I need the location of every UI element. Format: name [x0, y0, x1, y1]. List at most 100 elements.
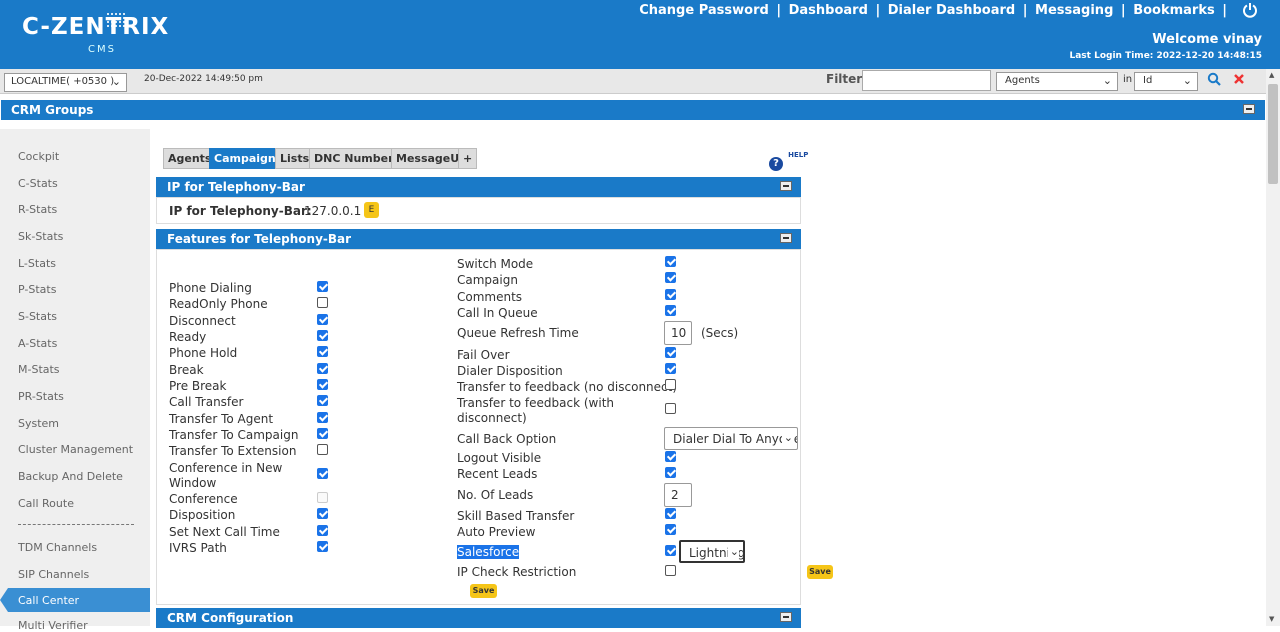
sidebar-item-call-route[interactable]: Call Route — [18, 497, 74, 510]
help-button[interactable]: ? HELP — [769, 151, 808, 171]
sidebar-item-s-stats[interactable]: S-Stats — [18, 310, 57, 323]
save-features-button[interactable]: Save — [470, 584, 497, 598]
transfer-feedback-with-disconnect-checkbox[interactable] — [665, 403, 676, 414]
ready-checkbox[interactable] — [317, 330, 328, 341]
chevron-down-icon: ⌄ — [1182, 74, 1192, 87]
logout-visible-checkbox[interactable] — [665, 451, 676, 462]
features-panel-title: Features for Telephony-Bar — [167, 232, 352, 246]
czentrix-logo[interactable]: C-ZENTRIX CMS — [22, 12, 169, 55]
set-next-call-time-checkbox[interactable] — [317, 525, 328, 536]
sidebar-item-m-stats[interactable]: M-Stats — [18, 363, 60, 376]
call-back-option-value: Dialer Dial To Anyone — [673, 432, 798, 446]
queue-refresh-time-input[interactable]: 10 — [664, 321, 692, 345]
close-icon[interactable] — [1233, 71, 1245, 89]
filter-field-select[interactable]: Id ⌄ — [1134, 72, 1198, 91]
sidebar-item-p-stats[interactable]: P-Stats — [18, 283, 56, 296]
comments-checkbox[interactable] — [665, 289, 676, 300]
logo-dots-icon — [106, 12, 126, 28]
sidebar-item-backup-and-delete[interactable]: Backup And Delete — [18, 470, 123, 483]
save-side-button[interactable]: Save — [807, 565, 833, 579]
minimize-icon[interactable] — [780, 612, 792, 622]
campaign-checkbox[interactable] — [665, 272, 676, 283]
sidebar-item-r-stats[interactable]: R-Stats — [18, 203, 57, 216]
chevron-down-icon: ⌄ — [1102, 74, 1112, 87]
phone-hold-label: Phone Hold — [169, 346, 238, 360]
minimize-icon[interactable] — [780, 181, 792, 191]
campaign-label: Campaign — [457, 273, 518, 287]
welcome-text: Welcome vinay — [1152, 32, 1262, 47]
dialer-dashboard-link[interactable]: Dialer Dashboard — [888, 3, 1016, 18]
chevron-down-icon: ⌄ — [781, 431, 793, 444]
sidebar-item-pr-stats[interactable]: PR-Stats — [18, 390, 64, 403]
ip-check-restriction-label: IP Check Restriction — [457, 565, 577, 579]
call-transfer-checkbox[interactable] — [317, 395, 328, 406]
tab-add[interactable]: + — [458, 148, 478, 169]
change-password-link[interactable]: Change Password — [639, 3, 769, 18]
crm-config-title: CRM Configuration — [167, 611, 294, 625]
fail-over-checkbox[interactable] — [665, 347, 676, 358]
salesforce-type-select[interactable]: Lightning ⌄ — [679, 540, 745, 563]
conference-new-window-checkbox[interactable] — [317, 468, 328, 479]
power-icon[interactable] — [1242, 2, 1258, 18]
ip-check-restriction-checkbox[interactable] — [665, 565, 676, 576]
dashboard-link[interactable]: Dashboard — [789, 3, 868, 18]
scrollbar-thumb[interactable] — [1268, 84, 1278, 184]
link-separator: | — [875, 3, 881, 18]
link-separator: | — [1222, 3, 1227, 18]
call-in-queue-checkbox[interactable] — [665, 305, 676, 316]
transfer-to-extension-checkbox[interactable] — [317, 444, 328, 455]
call-transfer-label: Call Transfer — [169, 395, 244, 409]
transfer-to-campaign-checkbox[interactable] — [317, 428, 328, 439]
queue-refresh-time-label: Queue Refresh Time — [457, 326, 579, 340]
messaging-link[interactable]: Messaging — [1035, 3, 1113, 18]
filter-input[interactable] — [862, 70, 991, 91]
transfer-to-agent-checkbox[interactable] — [317, 412, 328, 423]
readonly-phone-checkbox[interactable] — [317, 297, 328, 308]
transfer-feedback-no-disconnect-checkbox[interactable] — [665, 379, 676, 390]
dialer-disposition-label: Dialer Disposition — [457, 364, 563, 378]
recent-leads-checkbox[interactable] — [665, 467, 676, 478]
transfer-to-campaign-label: Transfer To Campaign — [169, 428, 299, 442]
phone-hold-checkbox[interactable] — [317, 346, 328, 357]
sidebar-item-l-stats[interactable]: L-Stats — [18, 257, 56, 270]
disconnect-checkbox[interactable] — [317, 314, 328, 325]
sidebar-item-c-stats[interactable]: C-Stats — [18, 177, 58, 190]
chevron-down-icon: ⌄ — [727, 545, 739, 558]
pre-break-checkbox[interactable] — [317, 379, 328, 390]
transfer-to-extension-label: Transfer To Extension — [169, 444, 297, 458]
sidebar-item-system[interactable]: System — [18, 417, 59, 430]
sidebar-item-call-center[interactable]: Call Center — [0, 588, 150, 612]
disposition-checkbox[interactable] — [317, 508, 328, 519]
edit-ip-button[interactable]: E — [364, 202, 379, 218]
auto-preview-checkbox[interactable] — [665, 524, 676, 535]
disposition-label: Disposition — [169, 508, 236, 522]
tab-messageui[interactable]: MessageUI — [391, 148, 469, 169]
timezone-select[interactable]: LOCALTIME( +0530 ) ⌄ — [4, 73, 127, 92]
call-back-option-select[interactable]: Dialer Dial To Anyone ⌄ — [664, 427, 798, 450]
minimize-icon[interactable] — [1243, 104, 1255, 114]
sidebar-item-a-stats[interactable]: A-Stats — [18, 337, 57, 350]
ip-label: IP for Telephony-Bar: — [169, 204, 312, 218]
dialer-disposition-checkbox[interactable] — [665, 363, 676, 374]
sidebar-item-sip-channels[interactable]: SIP Channels — [18, 568, 89, 581]
switch-mode-checkbox[interactable] — [665, 256, 676, 267]
ip-value: 127.0.0.1 — [304, 204, 362, 218]
minimize-icon[interactable] — [780, 233, 792, 243]
salesforce-checkbox[interactable] — [665, 545, 676, 556]
filter-type-select[interactable]: Agents ⌄ — [996, 72, 1118, 91]
sidebar-item-cockpit[interactable]: Cockpit — [18, 150, 59, 163]
sidebar-item-tdm-channels[interactable]: TDM Channels — [18, 541, 97, 554]
scroll-down-icon[interactable]: ▼ — [1269, 615, 1274, 623]
break-checkbox[interactable] — [317, 363, 328, 374]
sidebar-item-cluster-management[interactable]: Cluster Management — [18, 443, 133, 456]
ip-panel-title: IP for Telephony-Bar — [167, 180, 305, 194]
skill-based-transfer-checkbox[interactable] — [665, 508, 676, 519]
scroll-up-icon[interactable]: ▲ — [1269, 71, 1274, 79]
sidebar-item-sk-stats[interactable]: Sk-Stats — [18, 230, 63, 243]
salesforce-label: Salesforce — [457, 545, 520, 559]
ivrs-path-checkbox[interactable] — [317, 541, 328, 552]
bookmarks-link[interactable]: Bookmarks — [1133, 3, 1215, 18]
phone-dialing-checkbox[interactable] — [317, 281, 328, 292]
search-icon[interactable] — [1207, 72, 1221, 90]
no-of-leads-input[interactable]: 2 — [664, 483, 692, 507]
